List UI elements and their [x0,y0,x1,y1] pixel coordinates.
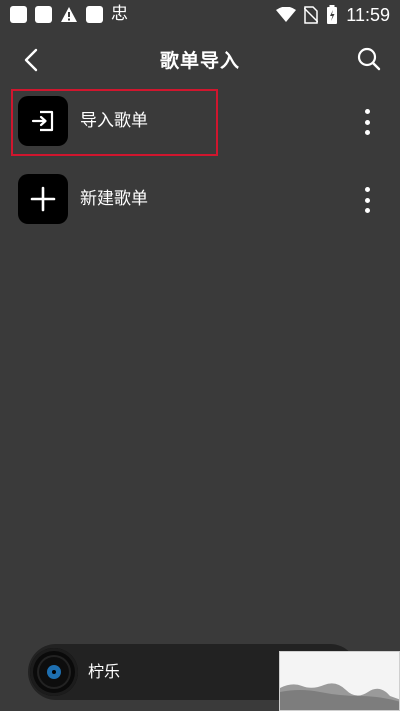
plus-icon [18,174,68,224]
status-bar-left: 忠 [10,5,128,23]
warning-icon [60,6,78,23]
search-icon [357,47,381,71]
battery-charging-icon [327,5,338,24]
list-item-label: 导入歌单 [80,111,148,131]
status-bar-right: 11:59 [276,5,390,25]
more-options-button[interactable] [360,187,374,213]
now-playing-title: 柠乐 [88,662,121,681]
notification-square-icon [10,5,27,23]
import-icon [18,96,68,146]
notification-square-icon [35,5,52,23]
more-vertical-icon [364,187,370,192]
search-button[interactable] [356,46,382,72]
more-vertical-icon [364,109,370,114]
app-glyph-icon: 忠 [111,4,128,24]
list-item-new-playlist[interactable]: 新建歌单 [10,167,390,233]
list-item-label: 新建歌单 [80,189,148,209]
page-title: 歌单导入 [159,50,240,72]
no-sim-icon [304,6,319,24]
preview-thumbnail [279,651,400,711]
status-bar: 忠 11:59 [0,0,400,30]
notification-square-icon [86,5,103,23]
app-header: 歌单导入 [0,36,400,82]
vinyl-disc-icon [30,648,78,696]
more-options-button[interactable] [360,109,374,135]
list-item-import-playlist[interactable]: 导入歌单 [10,89,390,155]
clock-time: 11:59 [346,5,390,25]
wifi-icon [276,7,297,22]
